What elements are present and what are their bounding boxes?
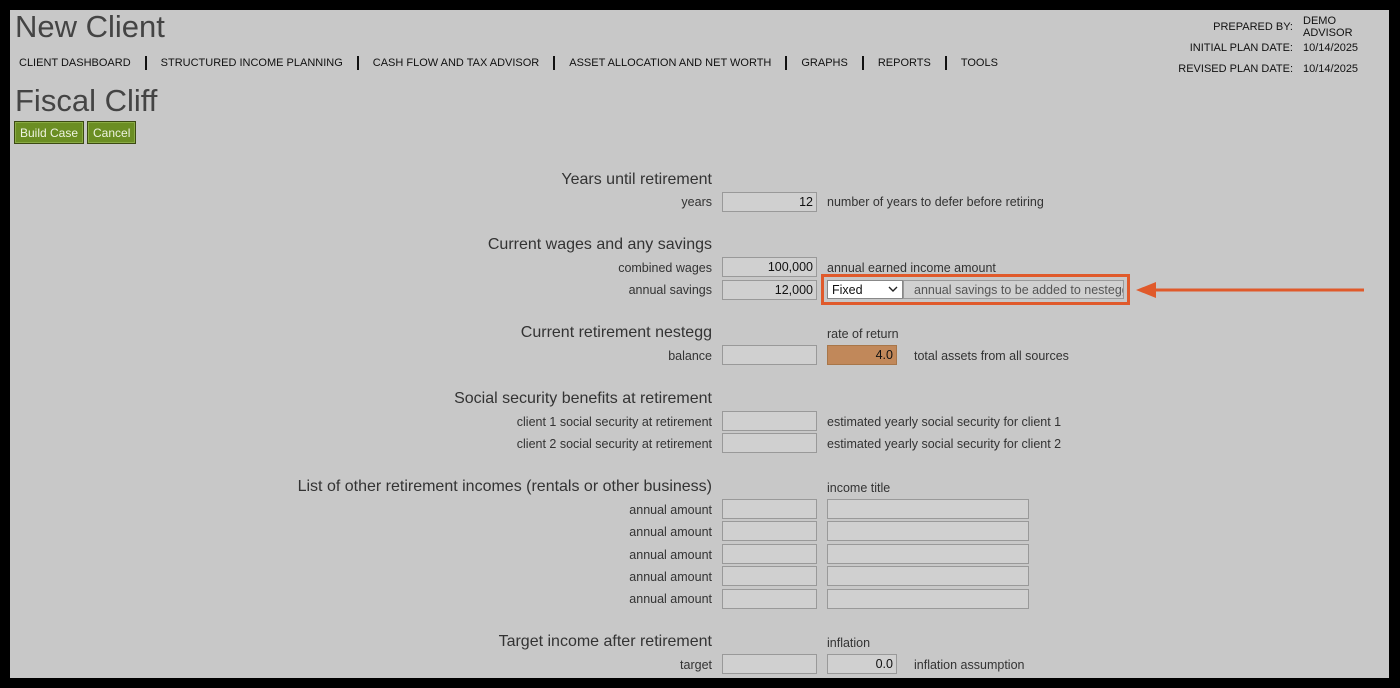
savings-type-value: Fixed (832, 282, 863, 297)
combined-wages-input[interactable] (722, 257, 817, 277)
savings-desc-field[interactable]: annual savings to be added to nestegg (903, 280, 1124, 299)
prepared-by-value: DEMO ADVISOR (1303, 14, 1353, 39)
client2-ss-label: client 2 social security at retirement (516, 437, 712, 451)
chevron-down-icon (888, 286, 898, 292)
income-title-input[interactable] (827, 499, 1029, 519)
prepared-by-label: PREPARED BY: (1213, 20, 1293, 33)
income-title-header: income title (827, 481, 891, 495)
annual-amount-input[interactable] (722, 544, 817, 564)
annual-amount-input[interactable] (722, 499, 817, 519)
inflation-input[interactable] (827, 654, 897, 674)
nestegg-section-title: Current retirement nestegg (520, 324, 712, 341)
nav-separator (785, 56, 788, 70)
revised-plan-date-value: 10/14/2025 (1303, 62, 1359, 75)
years-input[interactable] (722, 192, 817, 212)
nav-asset-allocation-net-worth[interactable]: ASSET ALLOCATION AND NET WORTH (569, 57, 785, 69)
annual-amount-label: annual amount (629, 548, 712, 562)
annual-amount-label: annual amount (629, 592, 712, 606)
balance-input[interactable] (722, 345, 817, 365)
build-case-button[interactable]: Build Case (14, 121, 85, 144)
nestegg-desc: total assets from all sources (914, 349, 1069, 363)
client1-ss-desc: estimated yearly social security for cli… (827, 415, 1062, 429)
nav-client-dashboard[interactable]: CLIENT DASHBOARD (19, 57, 145, 69)
target-label: target (680, 658, 712, 672)
nav-separator (356, 56, 359, 70)
years-section-title: Years until retirement (561, 171, 712, 188)
annual-amount-label: annual amount (629, 525, 712, 539)
client1-ss-input[interactable] (722, 411, 817, 431)
annual-amount-label: annual amount (629, 570, 712, 584)
annual-amount-input[interactable] (722, 589, 817, 609)
inflation-desc: inflation assumption (914, 658, 1025, 672)
arrow-left-icon (1136, 282, 1364, 298)
annual-savings-label: annual savings (628, 283, 712, 297)
app-window: New Client PREPARED BY: DEMO ADVISOR INI… (10, 10, 1389, 678)
social-section-title: Social security benefits at retirement (454, 390, 712, 407)
years-desc: number of years to defer before retiring (827, 195, 1044, 209)
client1-ss-label: client 1 social security at retirement (516, 415, 712, 429)
main-nav: CLIENT DASHBOARD STRUCTURED INCOME PLANN… (19, 56, 1012, 70)
annual-amount-input[interactable] (722, 521, 817, 541)
nav-structured-income-planning[interactable]: STRUCTURED INCOME PLANNING (161, 57, 357, 69)
nav-cash-flow-tax-advisor[interactable]: CASH FLOW AND TAX ADVISOR (373, 57, 553, 69)
income-title-input[interactable] (827, 566, 1029, 586)
nav-separator (144, 56, 147, 70)
page-title: Fiscal Cliff (15, 83, 158, 118)
income-title-input[interactable] (827, 521, 1029, 541)
plan-info: PREPARED BY: DEMO ADVISOR INITIAL PLAN D… (1133, 14, 1385, 79)
inflation-header: inflation (827, 636, 871, 650)
client-name: New Client (15, 10, 165, 44)
nav-reports[interactable]: REPORTS (878, 57, 945, 69)
rate-of-return-header: rate of return (827, 327, 899, 341)
income-title-input[interactable] (827, 589, 1029, 609)
balance-label: balance (668, 349, 712, 363)
savings-desc: annual savings to be added to nestegg (914, 282, 1124, 297)
annual-amount-label: annual amount (629, 503, 712, 517)
savings-type-select[interactable]: Fixed (827, 280, 903, 299)
nav-tools[interactable]: TOOLS (961, 57, 1012, 69)
target-input[interactable] (722, 654, 817, 674)
income-title-input[interactable] (827, 544, 1029, 564)
initial-plan-date-label: INITIAL PLAN DATE: (1189, 41, 1293, 54)
initial-plan-date-value: 10/14/2025 (1303, 41, 1359, 54)
years-label: years (681, 195, 712, 209)
nav-graphs[interactable]: GRAPHS (801, 57, 861, 69)
client2-ss-desc: estimated yearly social security for cli… (827, 437, 1062, 451)
target-section-title: Target income after retirement (498, 633, 712, 650)
nav-separator (944, 56, 947, 70)
combined-wages-desc: annual earned income amount (827, 261, 996, 275)
other-incomes-section-title: List of other retirement incomes (rental… (297, 478, 712, 495)
annual-amount-input[interactable] (722, 566, 817, 586)
wages-section-title: Current wages and any savings (487, 236, 712, 253)
client2-ss-input[interactable] (722, 433, 817, 453)
revised-plan-date-label: REVISED PLAN DATE: (1178, 62, 1293, 75)
combined-wages-label: combined wages (618, 261, 712, 275)
annual-savings-input[interactable] (722, 280, 817, 300)
nav-separator (553, 56, 556, 70)
rate-of-return-input[interactable] (827, 345, 897, 365)
nav-separator (861, 56, 864, 70)
cancel-button[interactable]: Cancel (87, 121, 137, 144)
